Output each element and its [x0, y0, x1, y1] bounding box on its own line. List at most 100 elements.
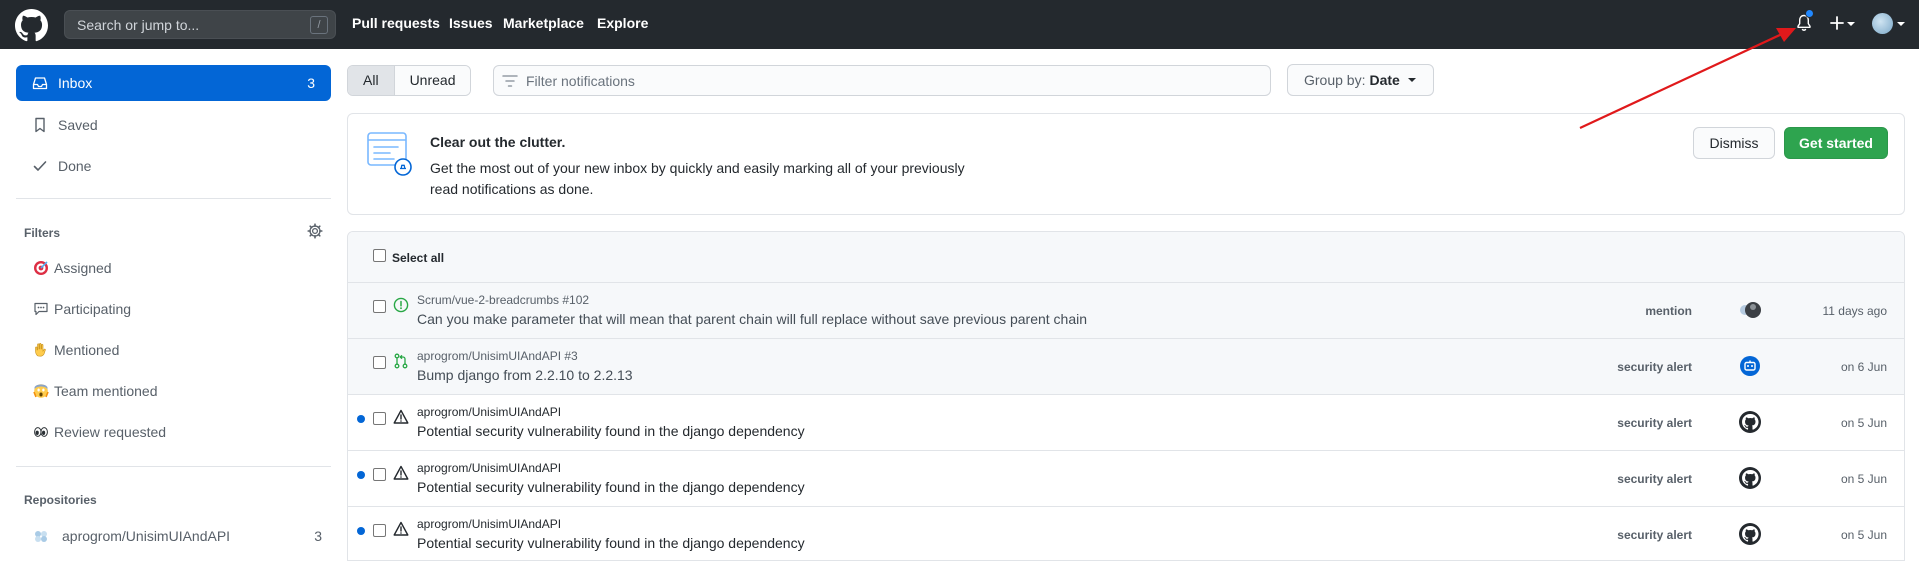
sidebar-item-label: Saved: [58, 117, 98, 133]
notification-reason: security alert: [1617, 416, 1692, 430]
banner-description: Get the most out of your new inbox by qu…: [430, 160, 965, 197]
notification-time: on 5 Jun: [1840, 528, 1887, 542]
notification-row[interactable]: Scrum/vue-2-breadcrumbs #102 Can you mak…: [348, 283, 1904, 339]
speech-balloon-icon: [32, 300, 50, 318]
filter-label: Team mentioned: [54, 383, 158, 399]
notification-repo: aprogrom/UnisimUIAndAPI: [417, 461, 562, 475]
repository-name: aprogrom/UnisimUIAndAPI: [62, 528, 231, 544]
repositories-heading: Repositories: [24, 493, 97, 507]
repository-count: 3: [314, 528, 322, 544]
nav-issues[interactable]: Issues: [449, 15, 493, 31]
sidebar-divider: [16, 466, 331, 467]
filter-team-mentioned[interactable]: Team mentioned: [32, 379, 158, 403]
participant-avatars: [1740, 302, 1761, 318]
github-avatar-icon: [1739, 467, 1761, 489]
repo-avatar: [32, 527, 50, 545]
github-avatar-icon: [1739, 523, 1761, 545]
filter-label: Mentioned: [54, 342, 120, 358]
notification-row[interactable]: aprogrom/UnisimUIAndAPI Potential securi…: [348, 451, 1904, 507]
chevron-down-icon[interactable]: [1847, 22, 1855, 26]
notification-time: on 5 Jun: [1840, 472, 1887, 486]
notification-row[interactable]: aprogrom/UnisimUIAndAPI #3 Bump django f…: [348, 339, 1904, 395]
search-box[interactable]: /: [64, 10, 336, 39]
github-avatar-icon: [1739, 411, 1761, 433]
filter-label: Review requested: [54, 424, 167, 440]
eyes-icon: [32, 423, 50, 441]
sidebar-item-inbox[interactable]: Inbox 3: [16, 65, 331, 101]
filter-notifications-box[interactable]: [493, 65, 1271, 96]
unread-dot: [357, 471, 365, 479]
tab-all[interactable]: All: [348, 66, 395, 95]
sidebar-item-label: Done: [58, 158, 92, 174]
row-checkbox[interactable]: [373, 468, 386, 481]
issue-open-icon: [393, 297, 409, 313]
notification-title[interactable]: Potential security vulnerability found i…: [417, 479, 805, 495]
notification-row[interactable]: aprogrom/UnisimUIAndAPI Potential securi…: [348, 507, 1904, 560]
all-unread-toggle: All Unread: [347, 65, 472, 96]
sidebar-divider: [16, 198, 331, 199]
tab-unread[interactable]: Unread: [394, 66, 471, 95]
nav-pull-requests[interactable]: Pull requests: [352, 15, 440, 31]
user-avatar[interactable]: [1872, 13, 1893, 34]
notification-reason: security alert: [1617, 472, 1692, 486]
notification-repo: Scrum/vue-2-breadcrumbs #102: [417, 293, 590, 307]
filter-review-requested[interactable]: Review requested: [32, 420, 166, 444]
notification-reason: security alert: [1617, 528, 1692, 542]
banner-title: Clear out the clutter.: [430, 134, 566, 150]
filter-mentioned[interactable]: Mentioned: [32, 338, 119, 362]
inbox-icon: [32, 77, 48, 90]
repository-item[interactable]: aprogrom/UnisimUIAndAPI 3: [32, 524, 322, 548]
row-checkbox[interactable]: [373, 356, 386, 369]
get-started-button[interactable]: Get started: [1784, 127, 1888, 159]
raised-hand-icon: [32, 341, 50, 359]
row-checkbox[interactable]: [373, 524, 386, 537]
sidebar-item-done[interactable]: Done: [16, 148, 331, 184]
bookmark-icon: [35, 117, 45, 133]
notification-time: on 5 Jun: [1840, 416, 1887, 430]
select-all-checkbox[interactable]: [373, 249, 386, 262]
gear-icon[interactable]: [307, 223, 323, 239]
notification-repo: aprogrom/UnisimUIAndAPI: [417, 517, 562, 531]
filter-assigned[interactable]: Assigned: [32, 256, 112, 280]
alert-icon: [393, 521, 409, 536]
row-checkbox[interactable]: [373, 300, 386, 313]
screaming-face-icon: [32, 382, 50, 400]
filter-label: Participating: [54, 301, 132, 317]
filters-heading: Filters: [24, 226, 61, 240]
row-checkbox[interactable]: [373, 412, 386, 425]
filter-icon: [502, 75, 518, 87]
search-input[interactable]: [65, 11, 335, 38]
clear-clutter-banner: Clear out the clutter. Get the most out …: [347, 113, 1905, 215]
dart-icon: [32, 259, 50, 277]
nav-marketplace[interactable]: Marketplace: [503, 15, 584, 31]
notification-repo: aprogrom/UnisimUIAndAPI #3: [417, 349, 578, 363]
nav-explore[interactable]: Explore: [597, 15, 648, 31]
group-by-label: Group by:: [1304, 72, 1366, 88]
inbox-illustration-icon: [367, 132, 412, 176]
alert-icon: [393, 465, 409, 480]
chevron-down-icon[interactable]: [1897, 22, 1905, 26]
unread-dot: [357, 527, 365, 535]
inbox-count: 3: [307, 75, 315, 91]
group-by-dropdown[interactable]: Group by: Date: [1287, 64, 1434, 96]
filter-participating[interactable]: Participating: [32, 297, 131, 321]
select-all-label[interactable]: Select all: [392, 251, 444, 265]
notification-repo: aprogrom/UnisimUIAndAPI: [417, 405, 562, 419]
notification-title[interactable]: Can you make parameter that will mean th…: [417, 311, 1087, 327]
alert-icon: [393, 409, 409, 424]
pull-request-icon: [394, 353, 408, 369]
dismiss-button[interactable]: Dismiss: [1693, 127, 1775, 159]
top-header: / Pull requests Issues Marketplace Explo…: [0, 0, 1919, 49]
plus-icon[interactable]: [1830, 16, 1844, 30]
notification-title[interactable]: Bump django from 2.2.10 to 2.2.13: [417, 367, 633, 383]
notification-reason: security alert: [1617, 360, 1692, 374]
filter-notifications-input[interactable]: [494, 66, 1270, 95]
notification-title[interactable]: Potential security vulnerability found i…: [417, 423, 805, 439]
github-logo-icon[interactable]: [15, 9, 48, 42]
chevron-down-icon: [1407, 78, 1416, 82]
sidebar-item-saved[interactable]: Saved: [16, 107, 331, 143]
unread-indicator-dot: [1805, 9, 1814, 18]
notification-row[interactable]: aprogrom/UnisimUIAndAPI Potential securi…: [348, 395, 1904, 451]
unread-dot: [357, 415, 365, 423]
notification-list: Select all Scrum/vue-2-breadcrumbs #102 …: [347, 231, 1905, 561]
